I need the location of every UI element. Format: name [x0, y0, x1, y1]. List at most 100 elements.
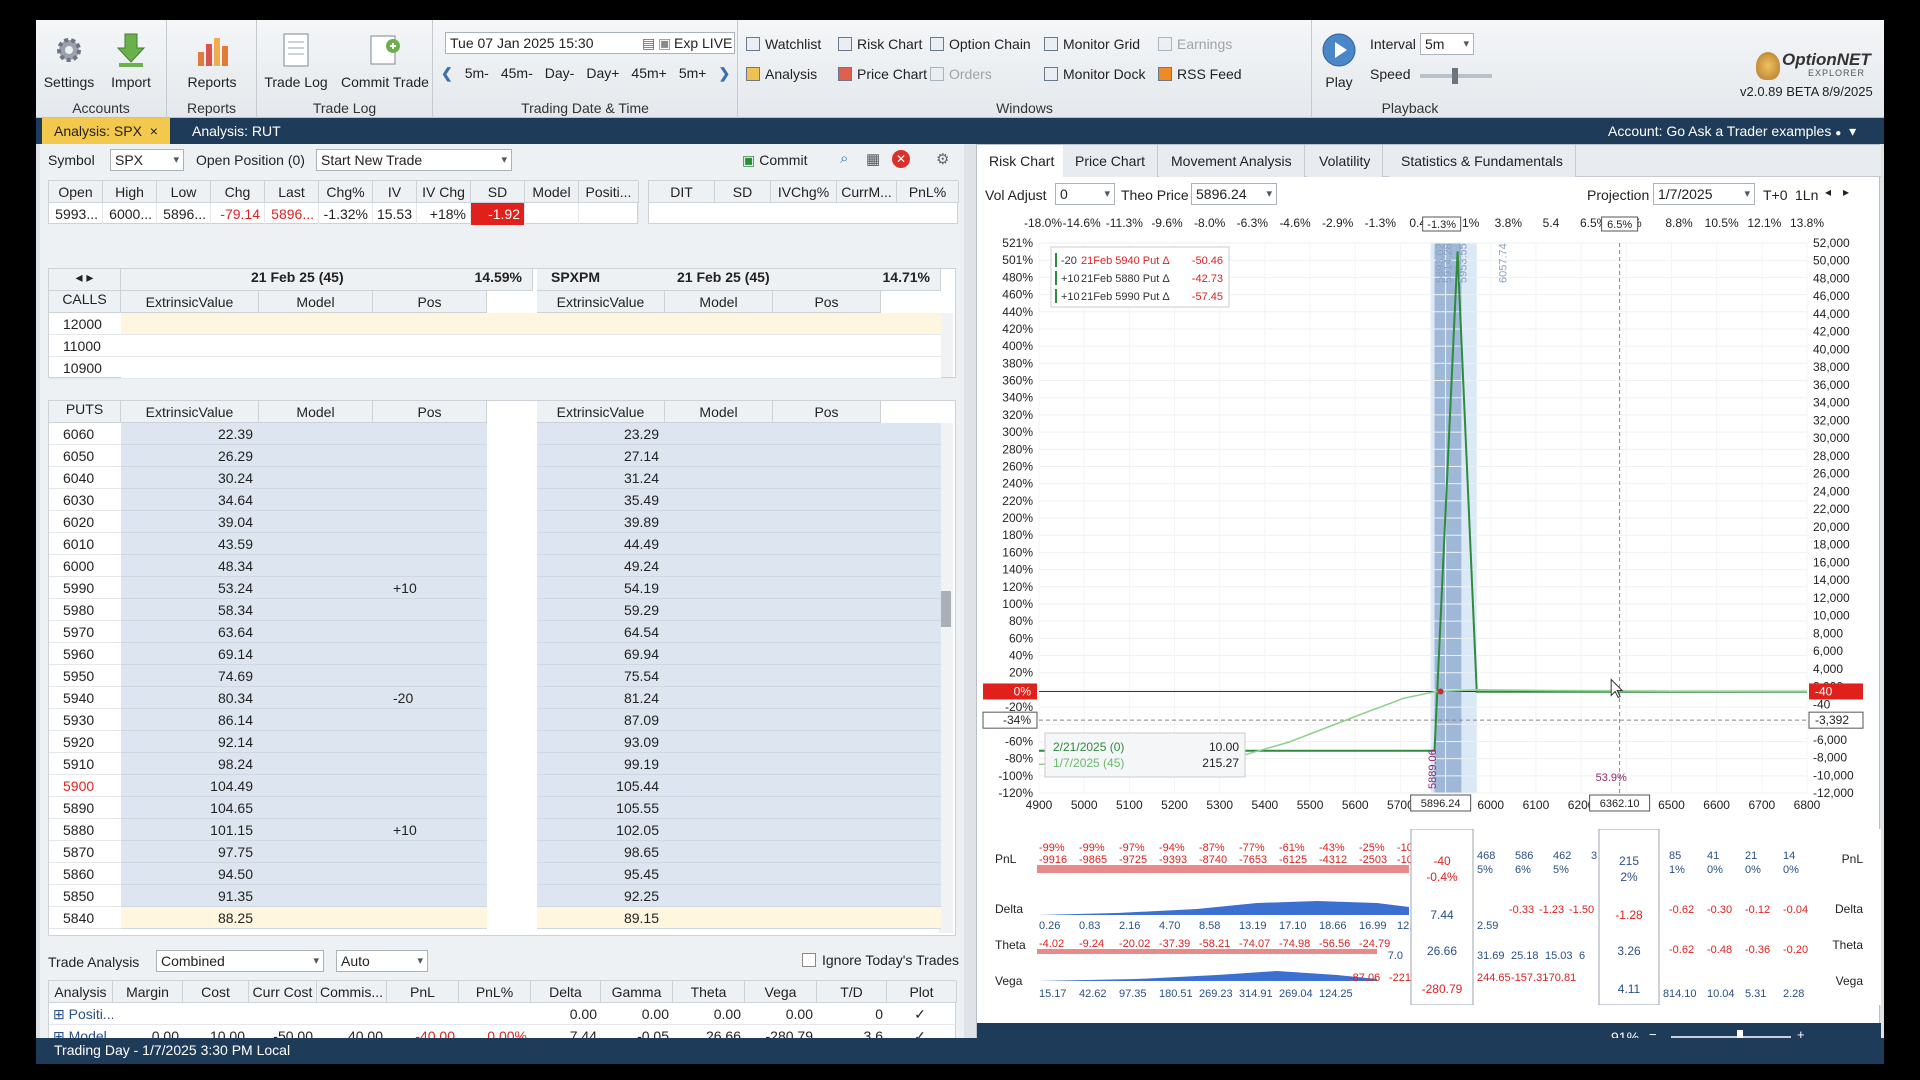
put-model-pm[interactable] [665, 665, 941, 687]
put-pos[interactable]: -20 [373, 687, 487, 709]
option-chain-button[interactable]: Option Chain [930, 36, 1031, 52]
column-header[interactable]: ExtrinsicValue [121, 291, 259, 313]
put-strike[interactable]: 6010 [49, 533, 121, 555]
step-forward-icon[interactable]: ❯ [718, 65, 730, 82]
put-extrinsic[interactable]: 104.65 [121, 797, 259, 819]
column-header[interactable]: Pos [773, 401, 881, 423]
watchlist-button[interactable]: Watchlist [746, 36, 821, 52]
puts-scrollbar[interactable] [939, 423, 953, 933]
put-model-pm[interactable] [665, 731, 941, 753]
put-extrinsic[interactable]: 39.04 [121, 511, 259, 533]
tab-price-chart[interactable]: Price Chart [1063, 145, 1159, 177]
put-strike[interactable]: 5960 [49, 643, 121, 665]
put-pos[interactable] [373, 423, 487, 445]
risk-chart-button[interactable]: Risk Chart [838, 36, 922, 52]
put-extrinsic-pm[interactable]: 69.94 [537, 643, 665, 665]
period-next-icon[interactable]: ▸ [1843, 185, 1849, 199]
put-extrinsic-pm[interactable]: 31.24 [537, 467, 665, 489]
column-header[interactable]: Pos [373, 291, 487, 313]
put-model[interactable] [259, 709, 373, 731]
tab-analysis-rut[interactable]: Analysis: RUT [180, 118, 293, 144]
put-pos[interactable] [373, 445, 487, 467]
puts-scrollbar-thumb[interactable] [941, 591, 951, 627]
put-model[interactable] [259, 555, 373, 577]
put-strike[interactable]: 6020 [49, 511, 121, 533]
analysis-cell[interactable]: ✓ [887, 1003, 957, 1025]
put-model[interactable] [259, 533, 373, 555]
put-model-pm[interactable] [665, 841, 941, 863]
checkbox-icon[interactable] [802, 953, 816, 967]
put-model[interactable] [259, 489, 373, 511]
put-strike[interactable]: 5930 [49, 709, 121, 731]
put-strike[interactable]: 5900 [49, 775, 121, 797]
account-label[interactable]: Account: Go Ask a Trader examples ● ▾ [1596, 118, 1868, 144]
call-row[interactable] [121, 313, 941, 335]
put-pos[interactable] [373, 665, 487, 687]
earnings-button[interactable]: Earnings [1158, 36, 1232, 52]
put-model[interactable] [259, 643, 373, 665]
put-model[interactable] [259, 731, 373, 753]
put-model[interactable] [259, 885, 373, 907]
tab-movement-analysis[interactable]: Movement Analysis [1159, 145, 1305, 177]
column-header[interactable]: Model [665, 401, 773, 423]
put-pos[interactable] [373, 885, 487, 907]
put-extrinsic[interactable]: 63.64 [121, 621, 259, 643]
put-model-pm[interactable] [665, 885, 941, 907]
put-strike[interactable]: 5940 [49, 687, 121, 709]
put-model[interactable] [259, 511, 373, 533]
interval-select[interactable]: 5m [1420, 33, 1474, 55]
put-extrinsic[interactable]: 104.49 [121, 775, 259, 797]
put-extrinsic[interactable]: 86.14 [121, 709, 259, 731]
put-strike[interactable]: 5910 [49, 753, 121, 775]
put-strike[interactable]: 5890 [49, 797, 121, 819]
put-model[interactable] [259, 423, 373, 445]
projection-select[interactable]: 1/7/2025 [1653, 183, 1755, 205]
ignore-today-checkbox[interactable]: Ignore Today's Trades [802, 952, 959, 968]
commit-trade-button[interactable]: Commit Trade [339, 30, 431, 90]
put-model-pm[interactable] [665, 753, 941, 775]
put-extrinsic-pm[interactable]: 102.05 [537, 819, 665, 841]
put-extrinsic-pm[interactable]: 44.49 [537, 533, 665, 555]
put-extrinsic-pm[interactable]: 89.15 [537, 907, 665, 929]
put-strike[interactable]: 6000 [49, 555, 121, 577]
step-5m-forward[interactable]: 5m+ [679, 65, 707, 81]
put-model[interactable] [259, 599, 373, 621]
put-extrinsic-pm[interactable]: 75.54 [537, 665, 665, 687]
symbol-select[interactable]: SPX [110, 149, 184, 171]
put-model[interactable] [259, 445, 373, 467]
put-extrinsic-pm[interactable]: 93.09 [537, 731, 665, 753]
column-header[interactable]: Pos [373, 401, 487, 423]
put-extrinsic-pm[interactable]: 105.44 [537, 775, 665, 797]
put-model-pm[interactable] [665, 489, 941, 511]
column-header[interactable]: Model [665, 291, 773, 313]
put-extrinsic[interactable]: 98.24 [121, 753, 259, 775]
put-strike[interactable]: 5860 [49, 863, 121, 885]
put-model-pm[interactable] [665, 797, 941, 819]
put-pos[interactable] [373, 753, 487, 775]
put-strike[interactable]: 5840 [49, 907, 121, 929]
put-strike[interactable]: 6050 [49, 445, 121, 467]
step-45m-forward[interactable]: 45m+ [631, 65, 666, 81]
put-model[interactable] [259, 819, 373, 841]
call-row[interactable] [121, 357, 941, 379]
put-extrinsic[interactable]: 58.34 [121, 599, 259, 621]
put-extrinsic-pm[interactable]: 105.55 [537, 797, 665, 819]
put-extrinsic[interactable]: 30.24 [121, 467, 259, 489]
period-prev-icon[interactable]: ◂ [1825, 185, 1831, 199]
put-model-pm[interactable] [665, 511, 941, 533]
put-model-pm[interactable] [665, 423, 941, 445]
put-extrinsic-pm[interactable]: 54.19 [537, 577, 665, 599]
put-model-pm[interactable] [665, 687, 941, 709]
play-button[interactable]: Play [1312, 30, 1366, 90]
put-pos[interactable] [373, 511, 487, 533]
step-back-icon[interactable]: ❮ [441, 65, 453, 82]
put-model-pm[interactable] [665, 533, 941, 555]
step-5m-back[interactable]: 5m- [465, 65, 489, 81]
put-extrinsic-pm[interactable]: 39.89 [537, 511, 665, 533]
trade-select[interactable]: Start New Trade [316, 149, 512, 171]
put-model-pm[interactable] [665, 621, 941, 643]
put-model-pm[interactable] [665, 709, 941, 731]
put-pos[interactable] [373, 533, 487, 555]
put-extrinsic-pm[interactable]: 87.09 [537, 709, 665, 731]
rss-feed-button[interactable]: RSS Feed [1158, 66, 1242, 82]
